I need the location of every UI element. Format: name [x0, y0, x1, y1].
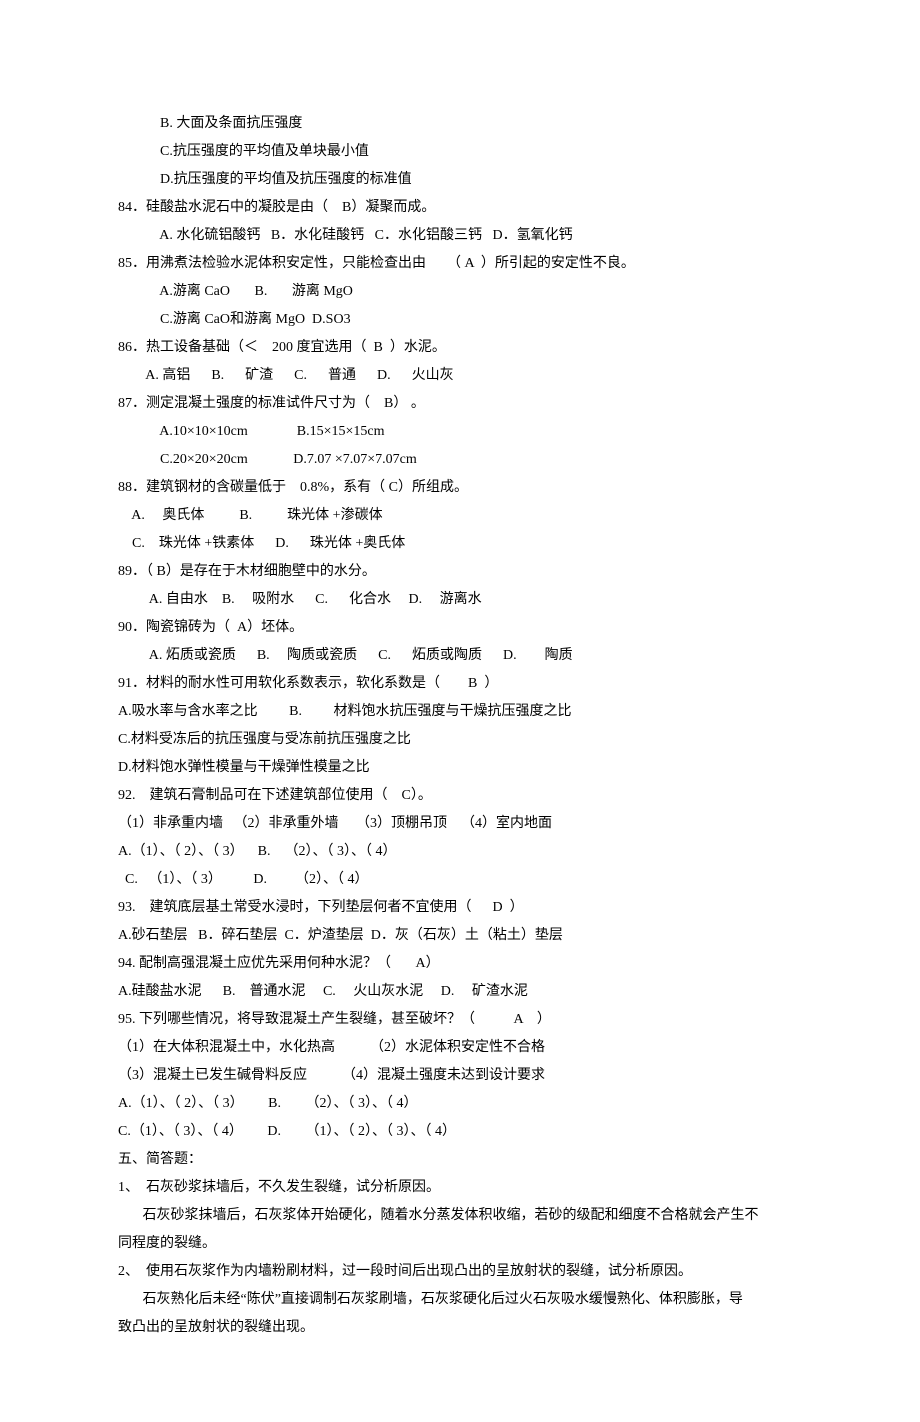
text-line: A. 炻质或瓷质 B. 陶质或瓷质 C. 炻质或陶质 D. 陶质	[118, 642, 802, 670]
text-line: 94. 配制高强混凝土应优先采用何种水泥？（ A）	[118, 950, 802, 978]
text-line: 95. 下列哪些情况，将导致混凝土产生裂缝，甚至破坏？（ A ）	[118, 1006, 802, 1034]
text-line: C.游离 CaO和游离 MgO D.SO3	[118, 306, 802, 334]
text-line: 85．用沸煮法检验水泥体积安定性，只能检查出由 （ A ）所引起的安定性不良。	[118, 250, 802, 278]
text-line: 87．测定混凝土强度的标准试件尺寸为（ B） 。	[118, 390, 802, 418]
document-page: B. 大面及条面抗压强度 C.抗压强度的平均值及单块最小值 D.抗压强度的平均值…	[0, 0, 920, 1422]
text-line: 2、 使用石灰浆作为内墙粉刷材料，过一段时间后出现凸出的呈放射状的裂缝，试分析原…	[118, 1258, 802, 1286]
text-line: （1）非承重内墙 （2）非承重外墙 （3）顶棚吊顶 （4）室内地面	[118, 810, 802, 838]
text-line: （1）在大体积混凝土中，水化热高 （2）水泥体积安定性不合格	[118, 1034, 802, 1062]
text-line: C. （1）、（ 3） D. （2）、（ 4）	[118, 866, 802, 894]
text-line: 88．建筑钢材的含碳量低于 0.8%，系有（ C）所组成。	[118, 474, 802, 502]
text-line: B. 大面及条面抗压强度	[118, 110, 802, 138]
text-line: 同程度的裂缝。	[118, 1230, 802, 1258]
text-line: D.抗压强度的平均值及抗压强度的标准值	[118, 166, 802, 194]
text-line: 1、 石灰砂浆抹墙后，不久发生裂缝，试分析原因。	[118, 1174, 802, 1202]
text-line: A.游离 CaO B. 游离 MgO	[118, 278, 802, 306]
text-line: 93. 建筑底层基土常受水浸时，下列垫层何者不宜使用（ D ）	[118, 894, 802, 922]
text-line: A.砂石垫层 B．碎石垫层 C．炉渣垫层 D．灰（石灰）土（粘土）垫层	[118, 922, 802, 950]
text-line: 90．陶瓷锦砖为（ A）坯体。	[118, 614, 802, 642]
text-line: C. 珠光体 +铁素体 D. 珠光体 +奥氏体	[118, 530, 802, 558]
text-line: 92. 建筑石膏制品可在下述建筑部位使用（ C）。	[118, 782, 802, 810]
text-line: 石灰熟化后未经“陈伏”直接调制石灰浆刷墙，石灰浆硬化后过火石灰吸水缓慢熟化、体积…	[118, 1286, 802, 1314]
text-line: C.抗压强度的平均值及单块最小值	[118, 138, 802, 166]
text-line: A.10×10×10cm B.15×15×15cm	[118, 418, 802, 446]
text-line: A. 高铝 B. 矿渣 C. 普通 D. 火山灰	[118, 362, 802, 390]
text-line: A. 奥氏体 B. 珠光体 +渗碳体	[118, 502, 802, 530]
text-line: 五、简答题：	[118, 1146, 802, 1174]
text-line: A.（1）、（ 2）、（ 3） B. （2）、（ 3）、（ 4）	[118, 838, 802, 866]
text-line: 91．材料的耐水性可用软化系数表示，软化系数是（ B ）	[118, 670, 802, 698]
text-line: C.材料受冻后的抗压强度与受冻前抗压强度之比	[118, 726, 802, 754]
text-line: 86．热工设备基础（＜ 200 度宜选用（ B ）水泥。	[118, 334, 802, 362]
text-line: D.材料饱水弹性模量与干燥弹性模量之比	[118, 754, 802, 782]
text-line: 致凸出的呈放射状的裂缝出现。	[118, 1314, 802, 1342]
text-line: C.20×20×20cm D.7.07 ×7.07×7.07cm	[118, 446, 802, 474]
text-line: A. 自由水 B. 吸附水 C. 化合水 D. 游离水	[118, 586, 802, 614]
text-line: 石灰砂浆抹墙后，石灰浆体开始硬化，随着水分蒸发体积收缩，若砂的级配和细度不合格就…	[118, 1202, 802, 1230]
text-line: （3）混凝土已发生碱骨料反应 （4）混凝土强度未达到设计要求	[118, 1062, 802, 1090]
text-line: A.吸水率与含水率之比 B. 材料饱水抗压强度与干燥抗压强度之比	[118, 698, 802, 726]
text-line: A. 水化硫铝酸钙 B．水化硅酸钙 C．水化铝酸三钙 D．氢氧化钙	[118, 222, 802, 250]
text-line: A.（1）、（ 2）、（ 3） B. （2）、（ 3）、（ 4）	[118, 1090, 802, 1118]
text-line: 89．（ B）是存在于木材细胞壁中的水分。	[118, 558, 802, 586]
document-content: B. 大面及条面抗压强度 C.抗压强度的平均值及单块最小值 D.抗压强度的平均值…	[118, 110, 802, 1342]
text-line: A.硅酸盐水泥 B. 普通水泥 C. 火山灰水泥 D. 矿渣水泥	[118, 978, 802, 1006]
text-line: 84．硅酸盐水泥石中的凝胶是由（ B）凝聚而成。	[118, 194, 802, 222]
text-line: C.（1）、（ 3）、（ 4） D. （1）、（ 2）、（ 3）、（ 4）	[118, 1118, 802, 1146]
